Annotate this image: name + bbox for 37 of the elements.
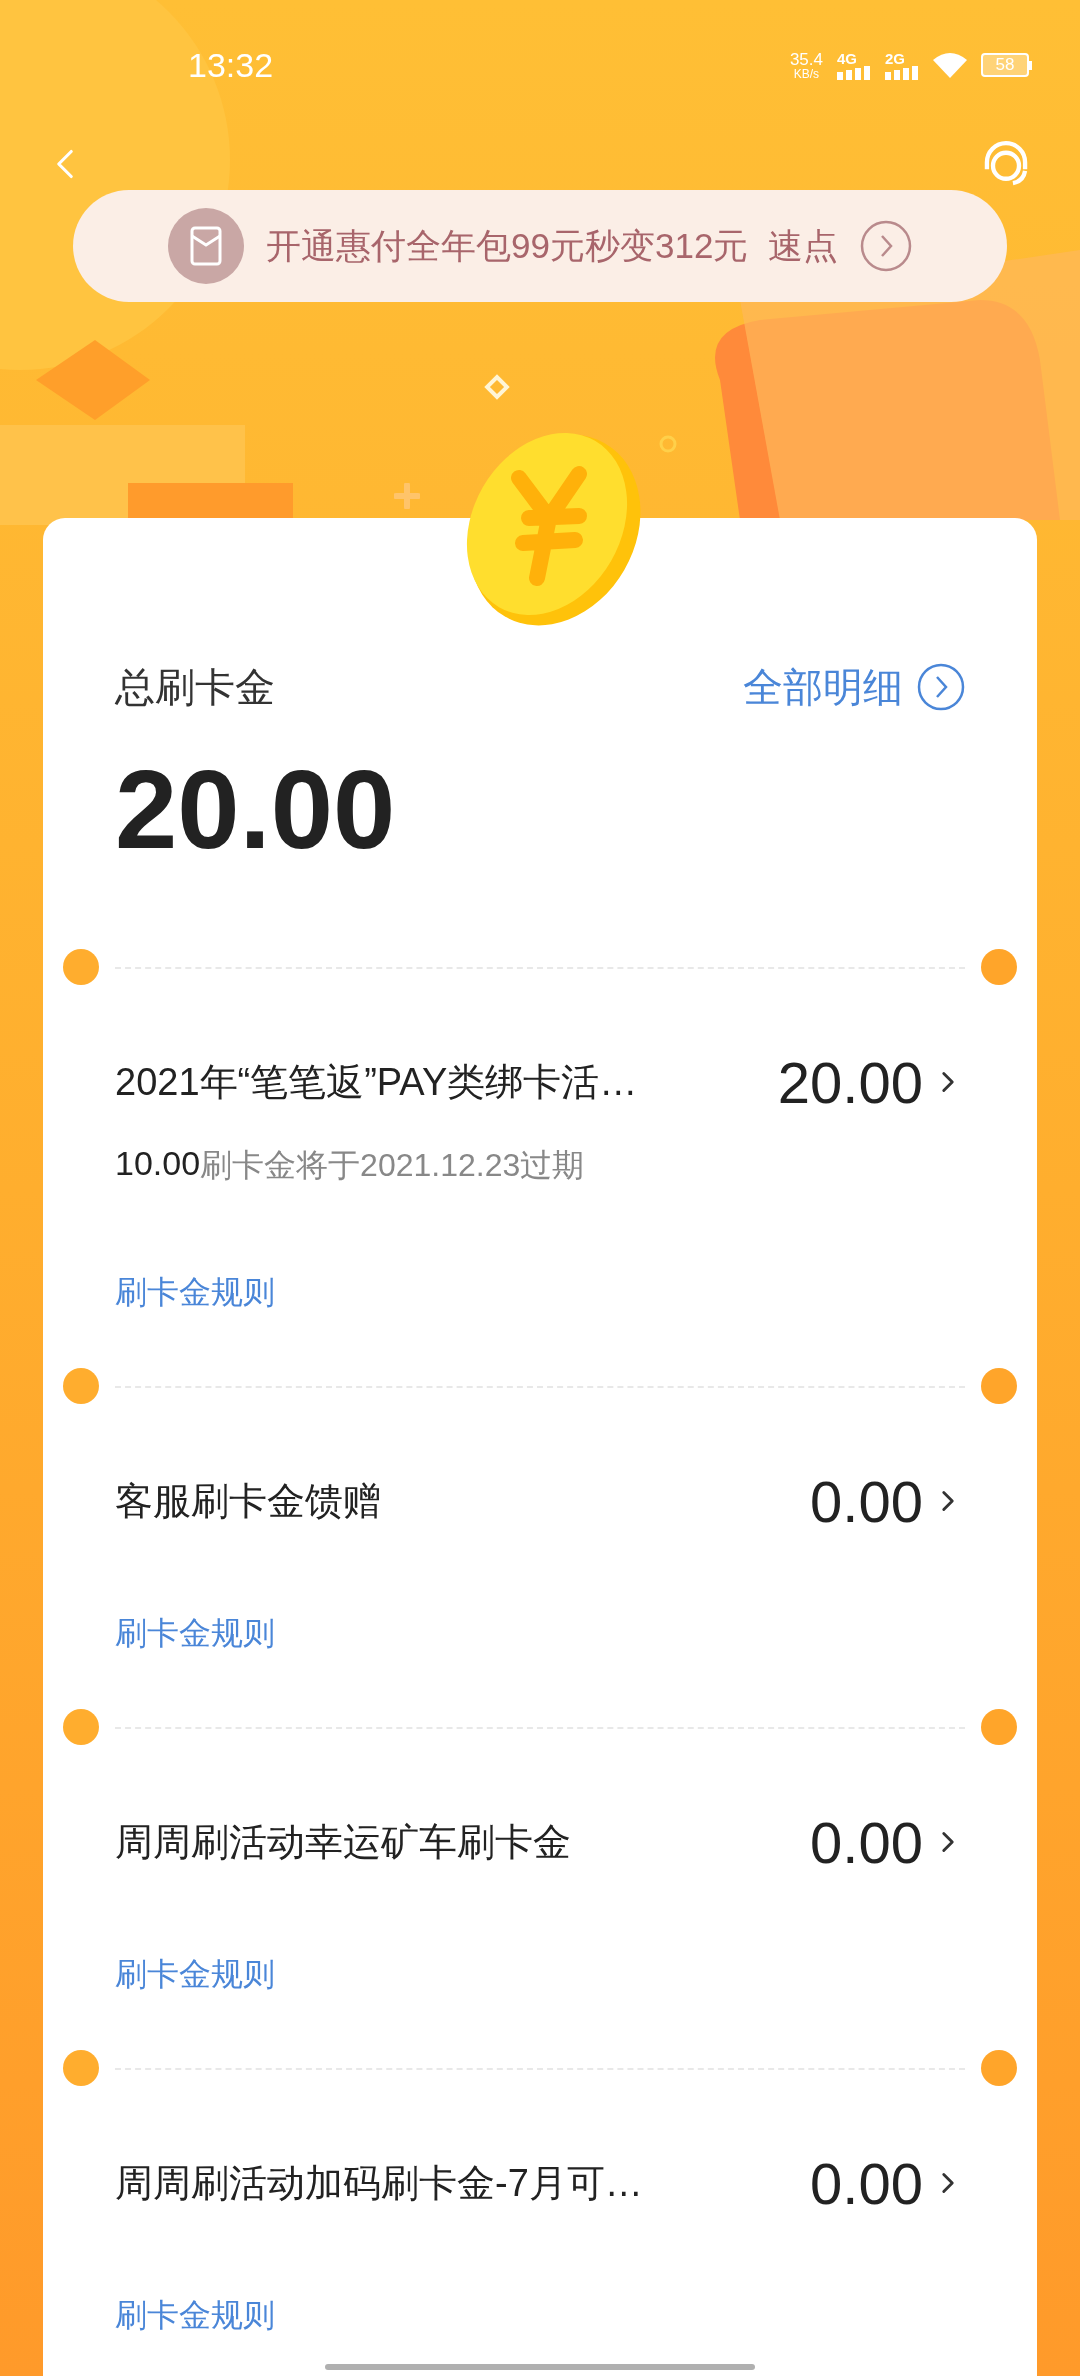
card-notch: [981, 1709, 1017, 1745]
signal-icon: [885, 65, 919, 80]
item-title: 周周刷活动幸运矿车刷卡金: [115, 1819, 571, 1865]
status-time: 13:32: [188, 44, 274, 86]
envelope-icon: [168, 208, 245, 284]
total-label: 总刷卡金: [115, 664, 275, 711]
item-title: 2021年“笔笔返”PAY类绑卡活…: [115, 1059, 638, 1105]
card-notch: [63, 1368, 99, 1404]
expiry-amount: 10.00: [115, 1143, 201, 1184]
promo-text: 开通惠付全年包99元秒变312元 速点: [266, 224, 838, 267]
rules-link[interactable]: 刷卡金规则: [115, 1268, 275, 1316]
item-amount: 0.00: [810, 2149, 923, 2218]
item-amount: 0.00: [810, 1808, 923, 1877]
card-notch: [981, 2050, 1017, 2086]
card-notch: [63, 949, 99, 985]
card-notch: [63, 1709, 99, 1745]
card-notch: [981, 1368, 1017, 1404]
sparkle-icon: [394, 483, 420, 509]
network-type: 2G: [885, 50, 906, 66]
network-type: 4G: [837, 50, 858, 66]
wifi-icon: [933, 52, 967, 78]
item-amount: 20.00: [777, 1048, 923, 1117]
promo-banner[interactable]: 开通惠付全年包99元秒变312元 速点: [73, 190, 1007, 302]
card-notch: [63, 2050, 99, 2086]
rules-link[interactable]: 刷卡金规则: [115, 1950, 275, 1998]
total-amount: 20.00: [115, 746, 397, 874]
item-title: 周周刷活动加码刷卡金-7月可…: [115, 2160, 643, 2206]
item-title: 客服刷卡金馈赠: [115, 1478, 381, 1524]
network-speed: 35.4 KB/s: [789, 50, 823, 80]
item-amount: 0.00: [810, 1467, 923, 1536]
expiry-note: 刷卡金将于2021.12.23过期: [200, 1146, 585, 1185]
card-notch: [981, 949, 1017, 985]
rules-link[interactable]: 刷卡金规则: [115, 1609, 275, 1657]
battery-icon: 58: [981, 53, 1032, 77]
all-details-link[interactable]: 全部明细: [743, 657, 903, 717]
signal-icon: [837, 65, 871, 80]
rules-link[interactable]: 刷卡金规则: [115, 2291, 275, 2339]
